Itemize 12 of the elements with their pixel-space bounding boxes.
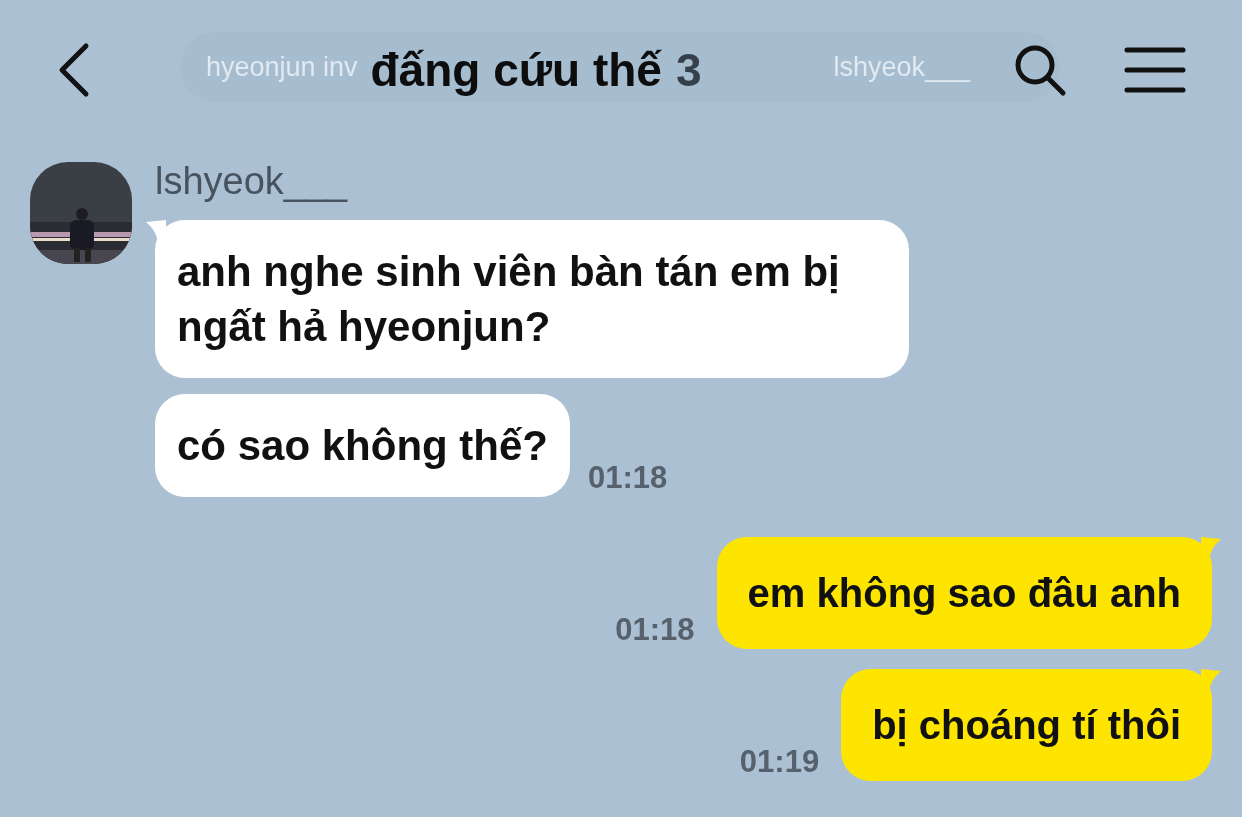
message-time: 01:18 <box>588 462 668 493</box>
bubble-tail <box>146 220 166 242</box>
message-time: 01:19 <box>739 746 820 777</box>
message-bubble: có sao không thế? <box>155 394 571 497</box>
message-time: 01:18 <box>615 614 695 645</box>
banner-text: hyeonjun inv <box>206 50 358 84</box>
banner-text: lshyeok___ <box>833 50 970 84</box>
member-count: 3 <box>675 47 702 93</box>
sender-name: lshyeok___ <box>155 162 349 200</box>
menu-button[interactable] <box>1124 47 1186 93</box>
bubble-tail <box>1201 537 1221 559</box>
bubble-tail <box>1201 669 1221 691</box>
